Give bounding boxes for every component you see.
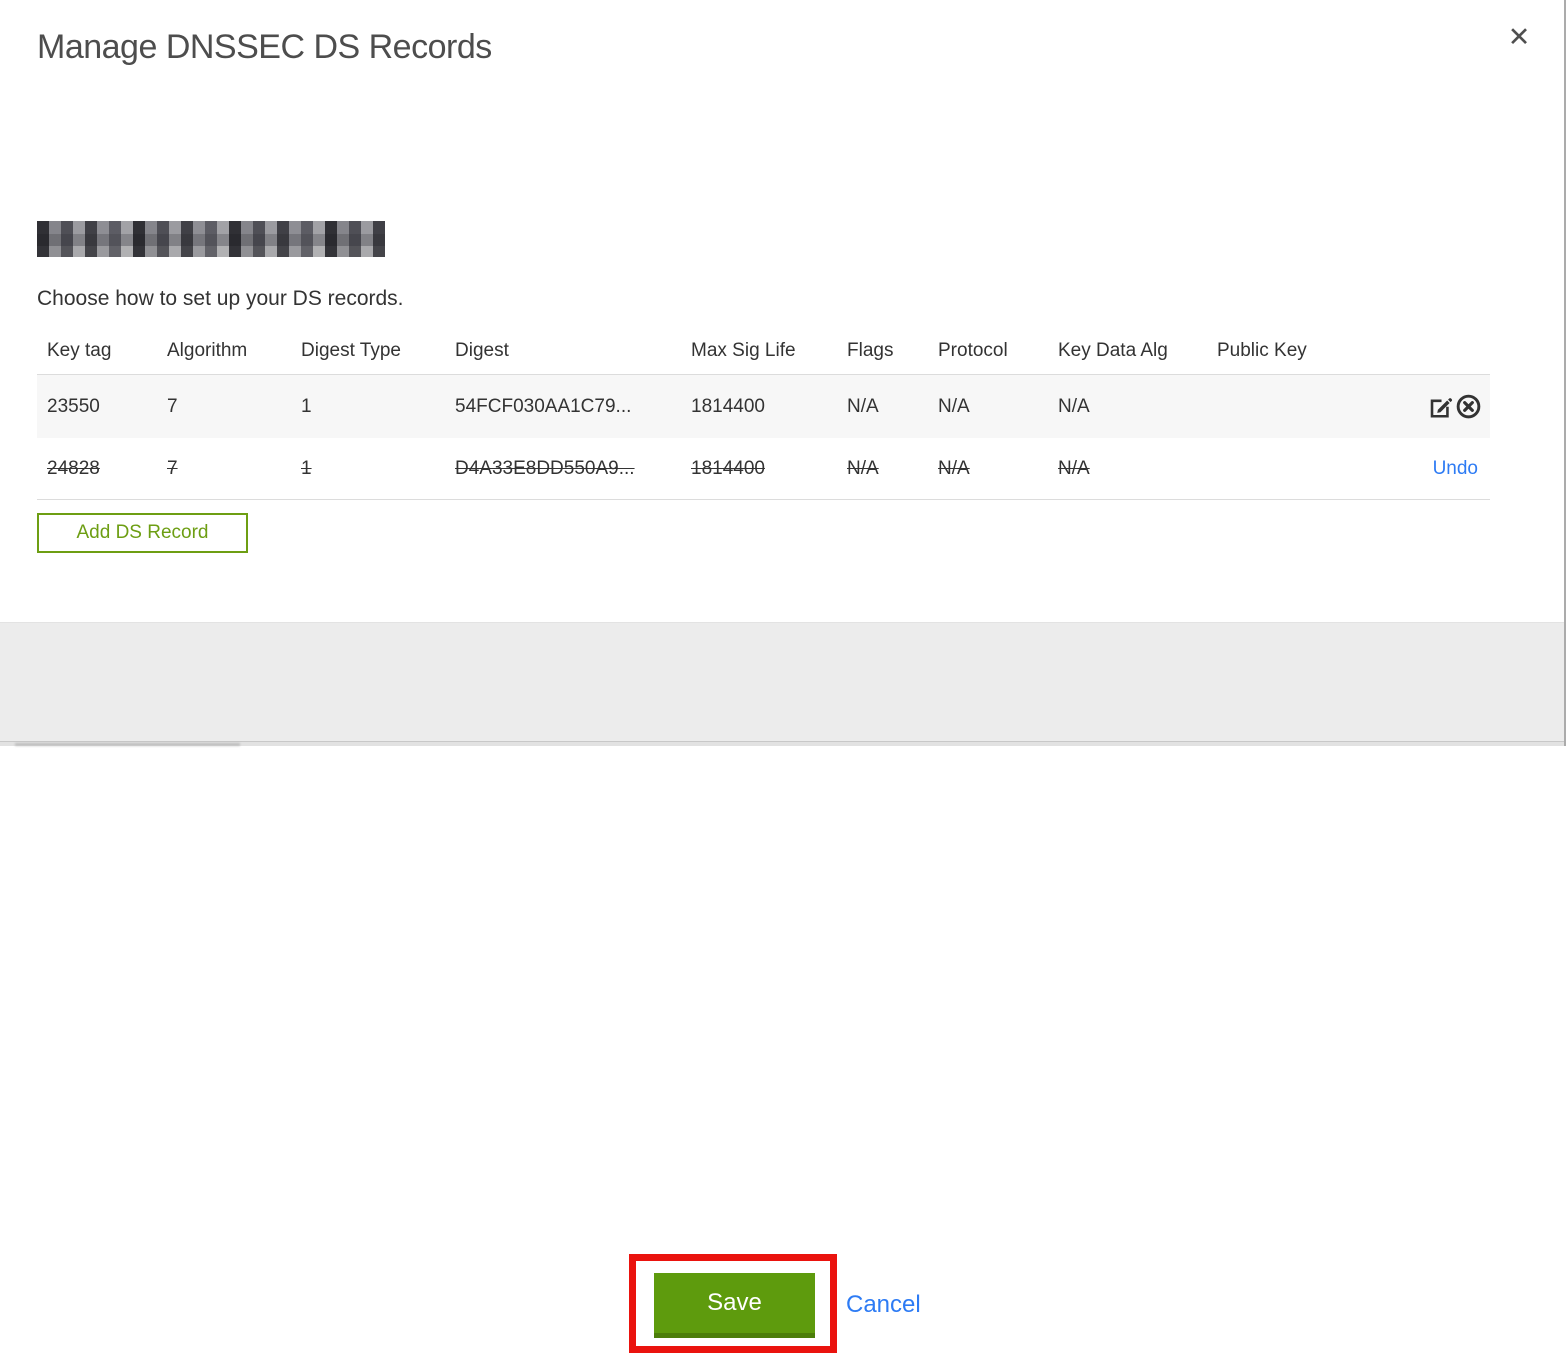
add-ds-record-button[interactable]: Add DS Record [37,513,248,553]
cell-key-tag: 24828 [47,457,100,479]
delete-icon[interactable] [1455,393,1482,420]
cell-digest: 54FCF030AA1C79... [455,395,632,417]
cell-key-data-alg: N/A [1058,457,1090,479]
dnssec-modal: Manage DNSSEC DS Records ✕ Choose how to… [0,0,1566,1353]
column-header-max-sig-life: Max Sig Life [691,340,796,361]
cell-key-tag: 23550 [47,395,100,417]
column-header-key-data-alg: Key Data Alg [1058,340,1168,361]
edit-icon[interactable] [1426,393,1453,420]
table-row: 23550 7 1 54FCF030AA1C79... 1814400 N/A … [37,375,1490,438]
modal-footer: Save Cancel [0,622,1564,1353]
column-header-flags: Flags [847,340,894,361]
table-row-deleted: 24828 7 1 D4A33E8DD550A9... 1814400 N/A … [37,438,1490,500]
column-header-public-key: Public Key [1217,340,1307,361]
save-button[interactable]: Save [654,1273,815,1338]
cell-max-sig-life: 1814400 [691,457,765,479]
cell-digest-type: 1 [301,395,312,417]
cell-key-data-alg: N/A [1058,395,1090,417]
cell-protocol: N/A [938,395,970,417]
table-header-row: Key tag Algorithm Digest Type Digest Max… [37,328,1490,375]
column-header-protocol: Protocol [938,340,1008,361]
cell-flags: N/A [847,457,879,479]
row-actions: Undo [1403,458,1490,480]
cell-flags: N/A [847,395,879,417]
column-header-digest: Digest [455,340,509,361]
cell-digest: D4A33E8DD550A9... [455,457,635,479]
ds-records-table: Key tag Algorithm Digest Type Digest Max… [37,328,1490,500]
redacted-domain-name [37,221,385,257]
cell-algorithm: 7 [167,457,178,479]
close-icon[interactable]: ✕ [1502,20,1536,54]
subtitle: Choose how to set up your DS records. [37,287,404,310]
column-header-digest-type: Digest Type [301,340,401,361]
column-header-key-tag: Key tag [47,340,112,361]
cell-max-sig-life: 1814400 [691,395,765,417]
column-header-algorithm: Algorithm [167,340,248,361]
page-title: Manage DNSSEC DS Records [37,28,492,66]
row-actions [1403,393,1490,420]
cell-algorithm: 7 [167,395,178,417]
undo-link[interactable]: Undo [1433,458,1478,479]
cancel-link[interactable]: Cancel [846,1291,921,1319]
cell-digest-type: 1 [301,457,312,479]
cell-protocol: N/A [938,457,970,479]
